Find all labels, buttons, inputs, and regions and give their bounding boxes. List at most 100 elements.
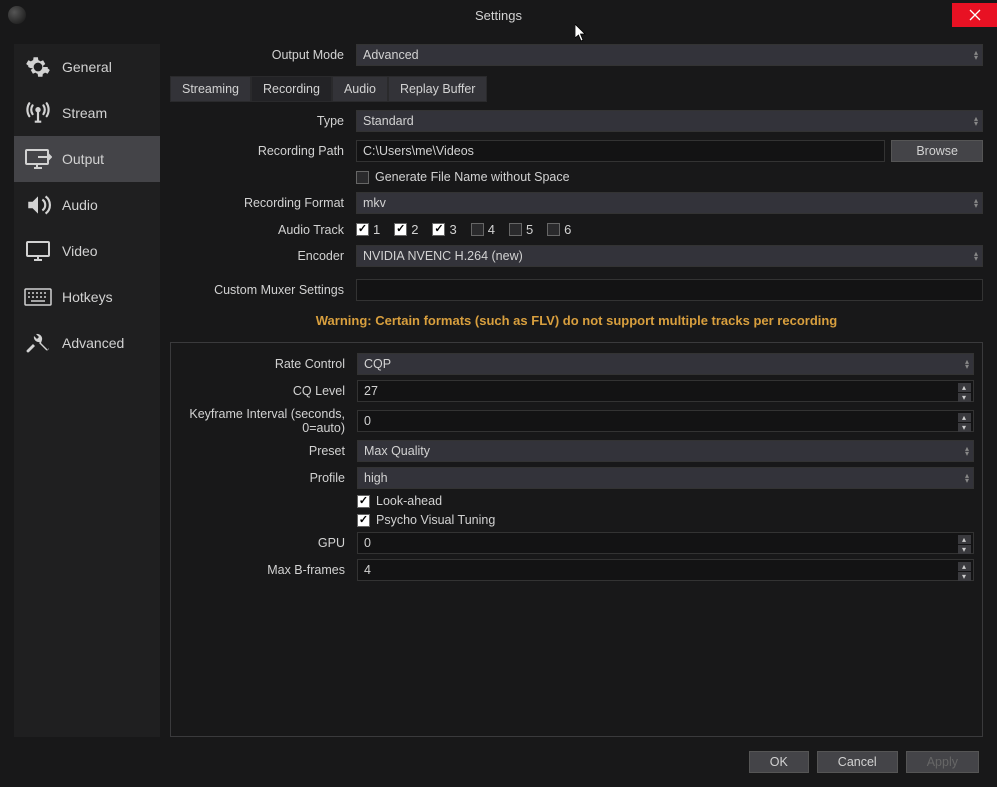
gpu-input[interactable]: 0 ▴▾	[357, 532, 974, 554]
chevron-updown-icon: ▴▾	[974, 251, 978, 261]
muxer-input[interactable]	[356, 279, 983, 301]
type-label: Type	[170, 114, 350, 128]
sidebar-item-general[interactable]: General	[14, 44, 160, 90]
audio-track-label: Audio Track	[170, 223, 350, 237]
speaker-icon	[24, 191, 52, 219]
app-icon	[8, 6, 26, 24]
profile-label: Profile	[171, 471, 351, 485]
chevron-updown-icon: ▴▾	[965, 446, 969, 456]
rate-control-select[interactable]: CQP ▴▾	[357, 353, 974, 375]
chevron-updown-icon: ▴▾	[965, 359, 969, 369]
recording-format-select[interactable]: mkv ▴▾	[356, 192, 983, 214]
sidebar-item-label: Hotkeys	[62, 289, 113, 305]
type-select[interactable]: Standard ▴▾	[356, 110, 983, 132]
generate-no-space-checkbox[interactable]	[356, 171, 369, 184]
encoder-select[interactable]: NVIDIA NVENC H.264 (new) ▴▾	[356, 245, 983, 267]
dialog-footer: OK Cancel Apply	[0, 737, 997, 787]
audio-track-5-checkbox[interactable]	[509, 223, 522, 236]
tab-recording[interactable]: Recording	[251, 76, 332, 102]
track-label: 3	[449, 222, 456, 237]
track-label: 4	[488, 222, 495, 237]
spin-up[interactable]: ▴	[958, 383, 971, 392]
ok-button[interactable]: OK	[749, 751, 809, 773]
spin-up[interactable]: ▴	[958, 562, 971, 571]
spin-up[interactable]: ▴	[958, 413, 971, 422]
output-mode-select[interactable]: Advanced ▴▾	[356, 44, 983, 66]
sidebar-item-output[interactable]: Output	[14, 136, 160, 182]
audio-track-2-checkbox[interactable]	[394, 223, 407, 236]
preset-label: Preset	[171, 444, 351, 458]
recording-format-value: mkv	[363, 196, 386, 210]
lookahead-label: Look-ahead	[376, 494, 442, 508]
muxer-label: Custom Muxer Settings	[170, 283, 350, 297]
profile-select[interactable]: high ▴▾	[357, 467, 974, 489]
audio-track-3-checkbox[interactable]	[432, 223, 445, 236]
cq-level-label: CQ Level	[171, 384, 351, 398]
warning-text: Warning: Certain formats (such as FLV) d…	[170, 309, 983, 332]
output-mode-value: Advanced	[363, 48, 419, 62]
psycho-label: Psycho Visual Tuning	[376, 513, 495, 527]
audio-track-1-checkbox[interactable]	[356, 223, 369, 236]
keyboard-icon	[24, 283, 52, 311]
sidebar-item-label: Stream	[62, 105, 107, 121]
recording-format-label: Recording Format	[170, 196, 350, 210]
sidebar-item-label: Output	[62, 151, 104, 167]
keyframe-label: Keyframe Interval (seconds, 0=auto)	[171, 407, 351, 435]
sidebar-item-label: General	[62, 59, 112, 75]
close-icon	[969, 9, 981, 21]
chevron-updown-icon: ▴▾	[974, 116, 978, 126]
sidebar-item-stream[interactable]: Stream	[14, 90, 160, 136]
cq-level-input[interactable]: 27 ▴▾	[357, 380, 974, 402]
bframes-label: Max B-frames	[171, 563, 351, 577]
antenna-icon	[24, 99, 52, 127]
sidebar-item-video[interactable]: Video	[14, 228, 160, 274]
bframes-input[interactable]: 4 ▴▾	[357, 559, 974, 581]
output-tabs: Streaming Recording Audio Replay Buffer	[170, 76, 983, 102]
gear-icon	[24, 53, 52, 81]
window-title: Settings	[475, 8, 522, 23]
profile-value: high	[364, 471, 388, 485]
preset-select[interactable]: Max Quality ▴▾	[357, 440, 974, 462]
generate-no-space-label: Generate File Name without Space	[375, 170, 570, 184]
spin-down[interactable]: ▾	[958, 423, 971, 432]
keyframe-input[interactable]: 0 ▴▾	[357, 410, 974, 432]
psycho-checkbox[interactable]	[357, 514, 370, 527]
apply-button[interactable]: Apply	[906, 751, 979, 773]
tools-icon	[24, 329, 52, 357]
tab-audio[interactable]: Audio	[332, 76, 388, 102]
track-label: 6	[564, 222, 571, 237]
sidebar-item-advanced[interactable]: Advanced	[14, 320, 160, 366]
audio-track-4-checkbox[interactable]	[471, 223, 484, 236]
monitor-icon	[24, 237, 52, 265]
close-button[interactable]	[952, 3, 997, 27]
spin-down[interactable]: ▾	[958, 545, 971, 554]
tab-streaming[interactable]: Streaming	[170, 76, 251, 102]
chevron-updown-icon: ▴▾	[974, 50, 978, 60]
cancel-button[interactable]: Cancel	[817, 751, 898, 773]
spin-down[interactable]: ▾	[958, 572, 971, 581]
sidebar-item-audio[interactable]: Audio	[14, 182, 160, 228]
lookahead-checkbox[interactable]	[357, 495, 370, 508]
rate-control-label: Rate Control	[171, 357, 351, 371]
sidebar-item-label: Audio	[62, 197, 98, 213]
tab-replay-buffer[interactable]: Replay Buffer	[388, 76, 488, 102]
recording-path-input[interactable]: C:\Users\me\Videos	[356, 140, 885, 162]
rate-control-value: CQP	[364, 357, 391, 371]
output-icon	[24, 145, 52, 173]
encoder-settings-panel: Rate Control CQP ▴▾ CQ Level 27 ▴▾ Keyfr…	[170, 342, 983, 737]
track-label: 1	[373, 222, 380, 237]
encoder-label: Encoder	[170, 249, 350, 263]
browse-button[interactable]: Browse	[891, 140, 983, 162]
titlebar: Settings	[0, 0, 997, 30]
spin-up[interactable]: ▴	[958, 535, 971, 544]
sidebar-item-label: Video	[62, 243, 98, 259]
sidebar-item-label: Advanced	[62, 335, 124, 351]
type-value: Standard	[363, 114, 414, 128]
encoder-value: NVIDIA NVENC H.264 (new)	[363, 249, 523, 263]
audio-track-6-checkbox[interactable]	[547, 223, 560, 236]
gpu-label: GPU	[171, 536, 351, 550]
output-mode-label: Output Mode	[170, 48, 350, 62]
spin-down[interactable]: ▾	[958, 393, 971, 402]
track-label: 2	[411, 222, 418, 237]
sidebar-item-hotkeys[interactable]: Hotkeys	[14, 274, 160, 320]
